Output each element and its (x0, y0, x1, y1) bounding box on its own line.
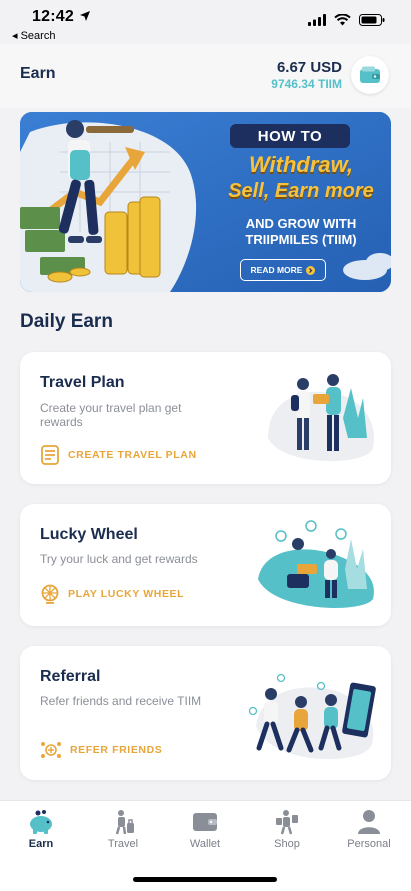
wifi-icon (334, 14, 351, 26)
card-action-label: CREATE TRAVEL PLAN (68, 449, 197, 461)
status-time: 12:42 (32, 8, 74, 25)
page-title: Earn (20, 65, 56, 82)
balance-display: 6.67 USD 9746.34 TIIM (271, 59, 342, 91)
piggy-bank-icon (30, 810, 52, 834)
card-referral[interactable]: Referral Refer friends and receive TIIM … (20, 646, 391, 780)
tab-shop[interactable]: Shop (246, 809, 328, 850)
banner-headline-2: Sell, Earn more (228, 180, 374, 202)
banner-badge: HOW TO (230, 124, 350, 148)
arrow-circle-icon (306, 265, 316, 275)
card-description: Try your luck and get rewards (40, 552, 198, 566)
read-more-button[interactable]: READ MORE (240, 259, 326, 281)
banner-subline-2: TRIIPMILES (TIIM) (245, 232, 357, 247)
referral-illustration (248, 673, 376, 760)
battery-icon (359, 14, 385, 26)
tab-label: Travel (107, 838, 139, 850)
promo-banner[interactable]: HOW TO Withdraw, Sell, Earn more AND GRO… (20, 112, 391, 292)
person-icon (358, 810, 380, 834)
balance-usd: 6.67 USD (276, 59, 342, 76)
tab-label: Shop (274, 838, 300, 850)
tab-wallet[interactable]: Wallet (164, 809, 246, 850)
create-travel-plan-button[interactable]: CREATE TRAVEL PLAN (40, 445, 197, 465)
wallet-icon (193, 813, 217, 831)
app-header: Earn 6.67 USD 9746.34 TIIM (0, 44, 411, 108)
card-title: Travel Plan (40, 374, 125, 391)
read-more-label: READ MORE (250, 265, 303, 275)
card-action-label: PLAY LUCKY WHEEL (68, 588, 185, 600)
card-title: Referral (40, 668, 101, 685)
signal-icon (308, 14, 326, 26)
card-description: Create your travel plan get rewards (40, 401, 182, 429)
card-lucky-wheel[interactable]: Lucky Wheel Try your luck and get reward… (20, 504, 391, 626)
tab-personal[interactable]: Personal (328, 809, 410, 850)
status-icons (308, 14, 385, 26)
lucky-wheel-illustration (258, 520, 374, 608)
card-description: Refer friends and receive TIIM (40, 694, 202, 708)
checklist-icon (41, 445, 59, 465)
tab-label: Wallet (189, 838, 221, 850)
banner-subline-1: AND GROW WITH (245, 216, 357, 231)
tab-label: Personal (347, 838, 391, 850)
card-travel-plan[interactable]: Travel Plan Create your travel plan get … (20, 352, 391, 484)
wallet-button[interactable] (351, 56, 389, 94)
section-title: Daily Earn (20, 311, 113, 332)
balance-tiim: 9746.34 TIIM (271, 77, 342, 91)
tab-label: Earn (28, 838, 54, 850)
location-arrow-icon (80, 11, 90, 21)
tab-travel[interactable]: Travel (82, 809, 164, 850)
refer-friends-button[interactable]: REFER FRIENDS (40, 740, 162, 760)
home-indicator (133, 877, 277, 882)
card-action-label: REFER FRIENDS (70, 744, 163, 756)
traveler-icon (115, 810, 134, 835)
shopping-icon (276, 810, 298, 835)
tab-earn[interactable]: Earn (0, 809, 82, 850)
wallet-icon (360, 66, 380, 83)
status-bar: 12:42 ◂ Search (0, 0, 411, 44)
play-lucky-wheel-button[interactable]: PLAY LUCKY WHEEL (40, 584, 184, 604)
back-to-search-link[interactable]: ◂ Search (12, 29, 55, 42)
lucky-wheel-icon (41, 584, 59, 604)
banner-headline-1: Withdraw, (248, 152, 354, 177)
travel-plan-illustration (268, 374, 374, 462)
share-icon (41, 742, 61, 758)
card-title: Lucky Wheel (40, 526, 138, 543)
